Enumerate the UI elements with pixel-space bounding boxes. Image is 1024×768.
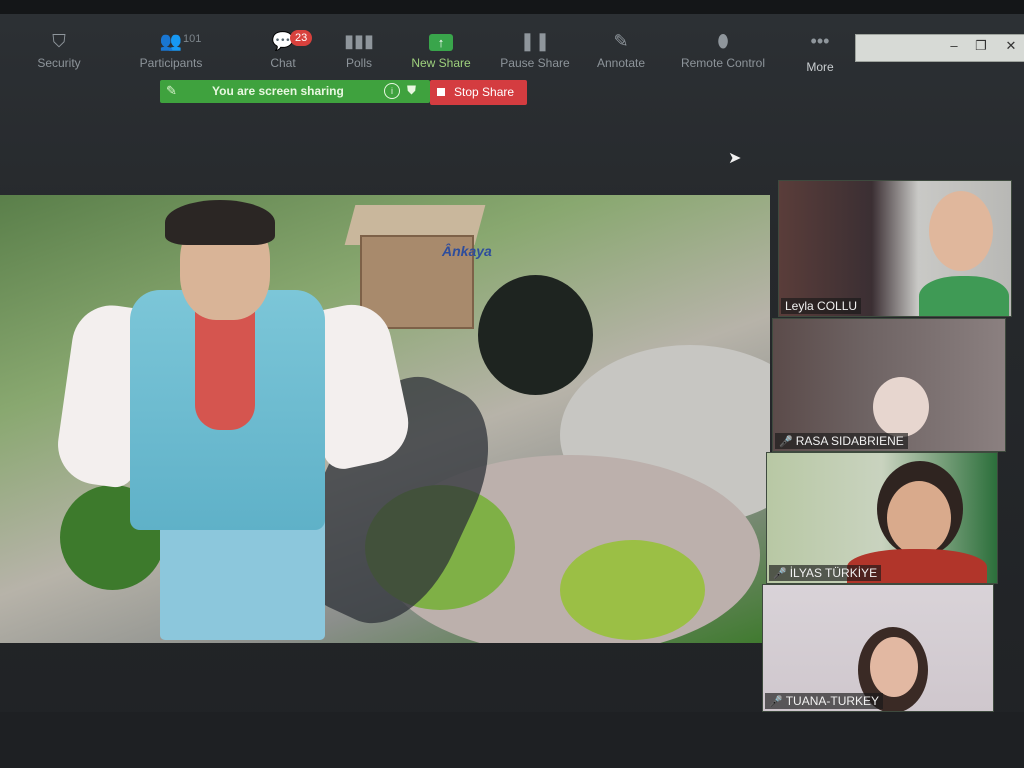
screen-sharing-status: You are screen sharing bbox=[212, 84, 344, 98]
muted-mic-icon: 🎤 bbox=[773, 568, 787, 580]
mouse-icon: ⬮ bbox=[717, 31, 729, 51]
muted-mic-icon: 🎤 bbox=[779, 436, 793, 448]
participant-face bbox=[870, 637, 918, 697]
participant-tile[interactable]: Leyla COLLU bbox=[778, 180, 1012, 317]
ellipsis-icon: ••• bbox=[810, 31, 830, 51]
shield-check-icon[interactable]: ⛊ bbox=[407, 83, 416, 98]
stop-square-icon bbox=[437, 88, 445, 96]
muted-mic-icon: 🎤 bbox=[769, 696, 783, 708]
participant-name: Leyla COLLU bbox=[785, 299, 858, 313]
polls-button[interactable]: ▮▮▮ Polls bbox=[314, 28, 404, 70]
window-bottom-area bbox=[0, 712, 1024, 768]
arrow-up-icon: ↑ bbox=[429, 34, 453, 51]
participant-name: İLYAS TÜRKİYE bbox=[789, 566, 878, 580]
new-share-button[interactable]: ↑ New Share bbox=[396, 28, 486, 70]
meeting-toolbar: ⛉ Security 👥 101 Participants 💬 23 Chat … bbox=[0, 22, 850, 82]
annotate-button[interactable]: ✎ Annotate bbox=[576, 28, 666, 70]
participant-name: RASA SIDABRIENE bbox=[795, 434, 904, 448]
pencil-icon: ✎ bbox=[166, 83, 177, 98]
participant-count: 101 bbox=[183, 33, 202, 45]
pause-share-button[interactable]: ❚❚ Pause Share bbox=[490, 28, 580, 70]
info-icon[interactable]: i bbox=[384, 83, 400, 99]
shared-screen-content: Ânkaya bbox=[0, 195, 770, 643]
park-sign: Ânkaya bbox=[442, 243, 492, 259]
more-button[interactable]: ••• More bbox=[775, 28, 865, 74]
shield-icon: ⛉ bbox=[52, 31, 66, 51]
statue-hair bbox=[165, 200, 275, 245]
close-button[interactable]: ✕ bbox=[1001, 38, 1021, 54]
remote-control-button[interactable]: ⬮ Remote Control bbox=[668, 28, 778, 70]
participant-tile[interactable]: 🎤 İLYAS TÜRKİYE bbox=[766, 452, 998, 584]
security-button[interactable]: ⛉ Security bbox=[14, 28, 104, 70]
stop-share-button[interactable]: Stop Share bbox=[430, 80, 527, 105]
dark-tree bbox=[478, 275, 593, 395]
restore-button[interactable]: ❐ bbox=[971, 38, 991, 54]
participant-body bbox=[919, 276, 1009, 316]
minimize-button[interactable]: – bbox=[944, 38, 964, 53]
participant-tile[interactable]: 🎤 TUANA-TURKEY bbox=[762, 584, 994, 712]
pause-icon: ❚❚ bbox=[519, 31, 551, 51]
participant-face bbox=[887, 481, 951, 555]
mouse-cursor-icon: ➤ bbox=[728, 150, 742, 167]
participants-button[interactable]: 👥 101 Participants bbox=[126, 28, 216, 70]
participant-tile[interactable]: 🎤 RASA SIDABRIENE bbox=[772, 318, 1006, 452]
participant-face bbox=[873, 377, 929, 437]
participant-name: TUANA-TURKEY bbox=[785, 694, 880, 708]
participants-icon: 👥 bbox=[159, 31, 183, 51]
round-bush bbox=[560, 540, 705, 640]
bar-chart-icon: ▮▮▮ bbox=[344, 31, 374, 51]
window-controls: – ❐ ✕ bbox=[855, 34, 1024, 62]
statue-legs bbox=[160, 515, 325, 640]
pencil-icon: ✎ bbox=[613, 31, 629, 51]
screen-sharing-banner: ✎ You are screen sharing i ⛊ bbox=[160, 80, 430, 103]
participant-face bbox=[929, 191, 993, 271]
chat-unread-badge: 23 bbox=[290, 30, 313, 46]
